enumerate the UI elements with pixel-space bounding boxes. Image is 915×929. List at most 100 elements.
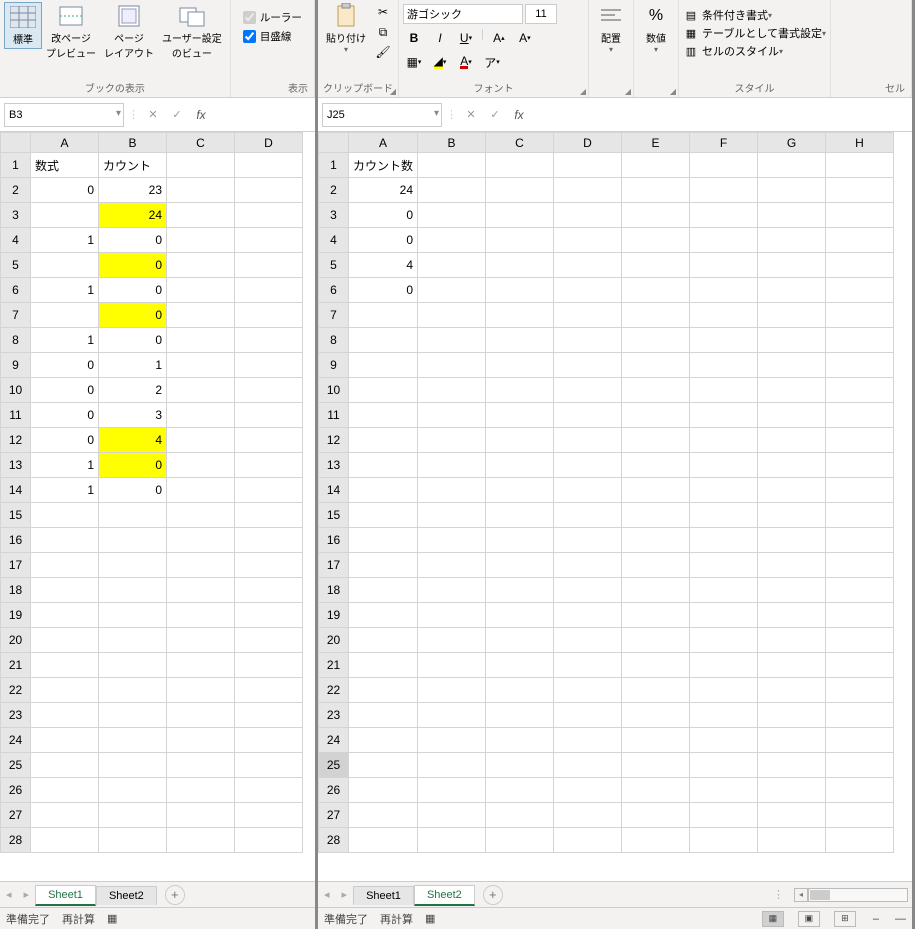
cell[interactable] (418, 703, 486, 728)
cell[interactable] (31, 653, 99, 678)
border-button[interactable]: ▦▾ (403, 52, 425, 72)
cell[interactable] (486, 578, 554, 603)
row-header[interactable]: 23 (319, 703, 349, 728)
cell[interactable] (235, 778, 303, 803)
cell[interactable] (826, 603, 894, 628)
cell[interactable]: 1 (31, 228, 99, 253)
cell[interactable] (554, 828, 622, 853)
add-sheet-button[interactable]: + (483, 885, 503, 905)
cell[interactable] (235, 578, 303, 603)
cell[interactable] (31, 503, 99, 528)
cell[interactable]: 0 (99, 228, 167, 253)
alignment-button[interactable]: 配置 ▾ (593, 2, 629, 56)
cell[interactable] (622, 353, 690, 378)
cell[interactable] (99, 778, 167, 803)
cell[interactable] (235, 253, 303, 278)
cell[interactable] (690, 753, 758, 778)
row-header[interactable]: 5 (1, 253, 31, 278)
row-header[interactable]: 15 (1, 503, 31, 528)
cell[interactable] (826, 453, 894, 478)
cell[interactable] (622, 403, 690, 428)
cell[interactable] (349, 628, 418, 653)
cell[interactable] (826, 378, 894, 403)
row-header[interactable]: 16 (319, 528, 349, 553)
cell[interactable] (418, 303, 486, 328)
cell[interactable] (31, 628, 99, 653)
row-header[interactable]: 24 (1, 728, 31, 753)
cell[interactable] (758, 153, 826, 178)
cell[interactable] (758, 803, 826, 828)
cell[interactable] (554, 153, 622, 178)
cell[interactable] (486, 453, 554, 478)
cell[interactable] (99, 678, 167, 703)
cell[interactable]: 0 (31, 403, 99, 428)
cell[interactable] (99, 528, 167, 553)
cell[interactable] (486, 728, 554, 753)
number-format-button[interactable]: % 数値 ▾ (638, 2, 674, 56)
cell[interactable] (758, 728, 826, 753)
cell[interactable] (235, 278, 303, 303)
cell[interactable]: カウント (99, 153, 167, 178)
cell[interactable] (486, 703, 554, 728)
tab-prev-button[interactable]: ◂ (318, 888, 336, 901)
zoom-out-button[interactable]: – (869, 913, 883, 925)
cell[interactable] (418, 753, 486, 778)
row-header[interactable]: 9 (1, 353, 31, 378)
row-header[interactable]: 19 (1, 603, 31, 628)
grid-left[interactable]: ABCD1数式カウント20233244105061070810901100211… (0, 132, 315, 881)
cell[interactable]: 0 (31, 378, 99, 403)
cell[interactable] (826, 328, 894, 353)
cell[interactable] (418, 528, 486, 553)
cell[interactable] (235, 428, 303, 453)
cell[interactable] (418, 228, 486, 253)
cell[interactable] (167, 603, 235, 628)
cell[interactable] (758, 828, 826, 853)
cell[interactable] (486, 828, 554, 853)
cell[interactable] (167, 178, 235, 203)
cell[interactable] (31, 553, 99, 578)
cell[interactable]: 0 (349, 228, 418, 253)
cell[interactable] (758, 628, 826, 653)
row-header[interactable]: 5 (319, 253, 349, 278)
cell[interactable] (758, 753, 826, 778)
cell[interactable] (826, 753, 894, 778)
cell[interactable] (418, 653, 486, 678)
cell[interactable] (418, 278, 486, 303)
zoom-slider[interactable]: — (895, 913, 906, 925)
cell[interactable] (235, 653, 303, 678)
cell[interactable] (486, 278, 554, 303)
cell[interactable] (349, 753, 418, 778)
cell[interactable] (235, 478, 303, 503)
cell[interactable] (235, 553, 303, 578)
enter-formula-button[interactable]: ✓ (167, 105, 187, 125)
row-header[interactable]: 11 (319, 403, 349, 428)
cell[interactable] (486, 328, 554, 353)
add-sheet-button[interactable]: + (165, 885, 185, 905)
formula-input-right[interactable] (533, 104, 908, 126)
cancel-formula-button[interactable]: ✕ (143, 105, 163, 125)
cell[interactable] (486, 478, 554, 503)
cell[interactable] (622, 428, 690, 453)
cell[interactable] (758, 428, 826, 453)
cell[interactable] (826, 478, 894, 503)
cell[interactable] (349, 553, 418, 578)
cell[interactable] (622, 478, 690, 503)
cell[interactable] (349, 728, 418, 753)
cell[interactable] (418, 678, 486, 703)
cell[interactable] (235, 703, 303, 728)
cell[interactable] (554, 478, 622, 503)
select-all-corner[interactable] (319, 133, 349, 153)
cell[interactable] (167, 703, 235, 728)
row-header[interactable]: 22 (1, 678, 31, 703)
cell[interactable]: 1 (99, 353, 167, 378)
cell[interactable] (167, 303, 235, 328)
cell[interactable] (418, 828, 486, 853)
cell[interactable] (349, 303, 418, 328)
cell[interactable] (31, 728, 99, 753)
cell[interactable] (690, 728, 758, 753)
cell[interactable] (622, 503, 690, 528)
cell[interactable] (758, 678, 826, 703)
cell[interactable] (690, 478, 758, 503)
cell[interactable] (826, 703, 894, 728)
cell[interactable] (486, 678, 554, 703)
